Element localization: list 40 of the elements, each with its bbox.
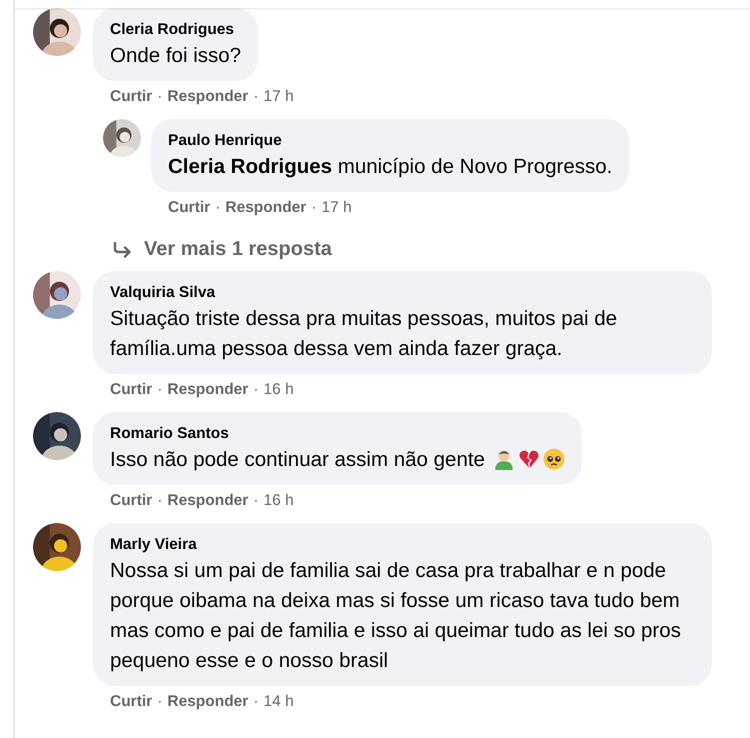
action-link[interactable]: Responder <box>167 690 248 714</box>
comment-text: Cleria Rodrigues município de Novo Progresso. <box>168 154 612 180</box>
separator-dot: · <box>157 380 162 400</box>
reply-arrow-icon <box>112 242 132 258</box>
author-name[interactable]: Valquiria Silva <box>110 282 216 304</box>
action-link[interactable]: Curtir <box>110 489 152 513</box>
separator-dot: · <box>157 491 162 511</box>
person-emoji-icon <box>492 448 515 470</box>
action-link[interactable]: Curtir <box>110 378 152 402</box>
separator-dot: · <box>215 198 220 218</box>
view-more-replies-link[interactable]: Ver mais 1 resposta <box>144 238 332 261</box>
timestamp[interactable]: 14 h <box>264 690 294 714</box>
action-link[interactable]: Curtir <box>110 85 152 109</box>
action-link[interactable]: Curtir <box>168 196 210 220</box>
action-link[interactable]: Responder <box>225 196 306 220</box>
author-name[interactable]: Cleria Rodrigues <box>110 19 234 41</box>
action-link[interactable]: Curtir <box>110 690 152 714</box>
author-name[interactable]: Paulo Henrique <box>168 130 282 152</box>
timestamp[interactable]: 16 h <box>264 489 294 513</box>
author-name[interactable]: Romario Santos <box>110 423 229 445</box>
separator-dot: · <box>253 380 259 400</box>
action-link[interactable]: Responder <box>167 489 248 513</box>
timestamp[interactable]: 17 h <box>264 85 294 109</box>
comment-text: Onde foi isso? <box>110 43 242 69</box>
separator-dot: · <box>253 692 259 712</box>
author-name[interactable]: Marly Vieira <box>110 534 197 556</box>
comment-text: Situação triste dessa pra muitas pessoas, muitos pai de família.uma pessoa dessa vem ainda fazer graça. <box>110 306 618 362</box>
timestamp[interactable]: 16 h <box>264 378 294 402</box>
separator-dot: · <box>157 692 162 712</box>
separator-dot: · <box>157 87 162 107</box>
separator-dot: · <box>253 87 259 107</box>
comment-text: Nossa si um pai de familia sai de casa pra trabalhar e n pode porque oibama na deixa mas si fosse um ricaso tava tudo bem mas como e pai de familia e isso ai queimar tudo as lei so pros pequeno esse e o nosso brasil <box>110 558 682 674</box>
separator-dot: · <box>311 198 317 218</box>
action-link[interactable]: Responder <box>167 85 248 109</box>
separator-dot: · <box>253 491 259 511</box>
comment-text: Isso não pode continuar assim não gente <box>110 445 565 475</box>
timestamp[interactable]: 17 h <box>322 196 352 220</box>
broken-heart-icon <box>518 448 540 470</box>
action-link[interactable]: Responder <box>167 378 248 402</box>
sad-face-icon <box>542 448 565 470</box>
